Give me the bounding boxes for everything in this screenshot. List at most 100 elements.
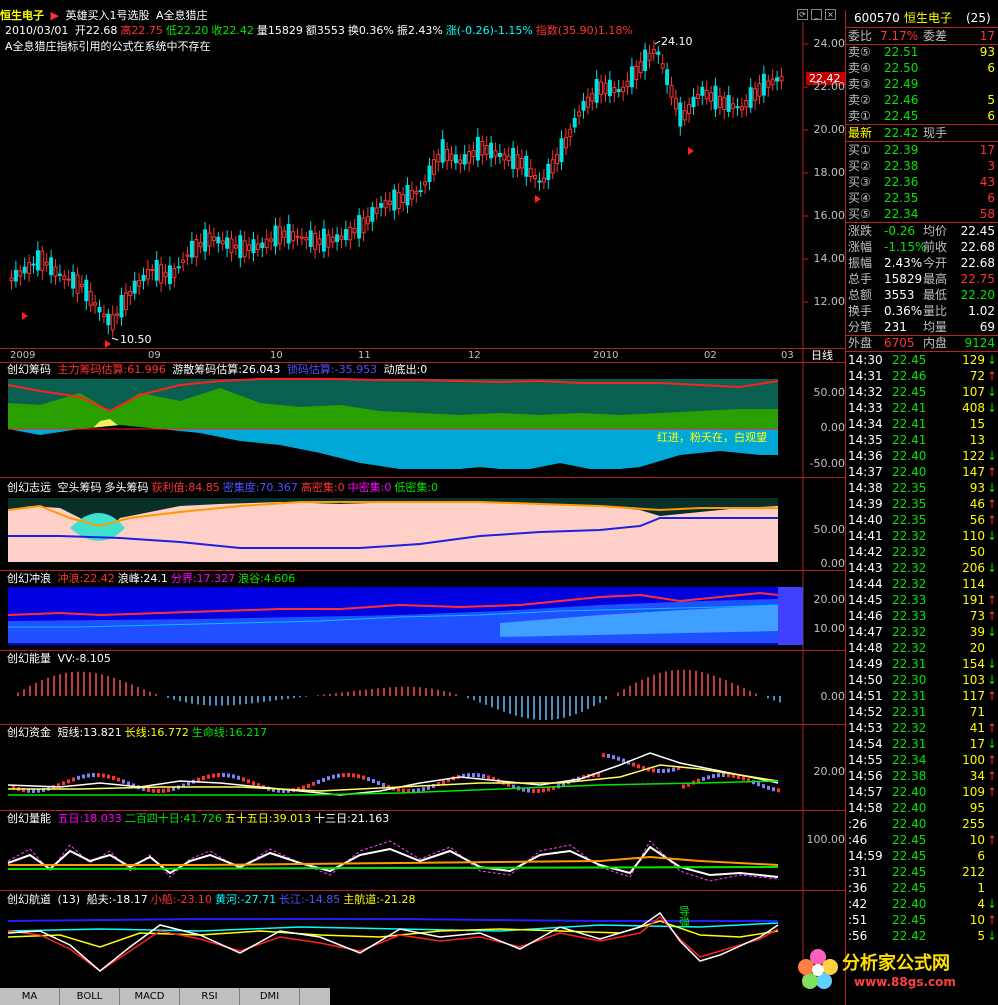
candle-body (247, 244, 252, 252)
buy-label: 买③ (848, 175, 871, 189)
sell-volume: 6 (987, 109, 995, 123)
tick-time: 14:57 (848, 785, 883, 799)
tick-direction-icon: ↓ (986, 561, 997, 575)
sell-label: 卖③ (848, 77, 871, 91)
candle-body (559, 138, 564, 163)
chonglang-title[interactable]: 创幻冲浪 (7, 572, 51, 585)
tick-volume: 50 (969, 545, 985, 559)
zijin-bar (247, 779, 250, 784)
candle-body (31, 263, 36, 266)
zijin-title[interactable]: 创幻资金 (7, 726, 51, 739)
candle-body (436, 153, 441, 163)
time-axis-label: 02 (704, 350, 717, 361)
quote-panel: 600570 恒生电子 (25) 委比 7.17% 委差 17 卖⑤ 22.51 9… (798, 10, 998, 1005)
price-axis-label: 14.00 (813, 252, 846, 265)
tick-list[interactable]: 14:30 22.45 129 ↓ 14:31 22.46 72 ↑ 14:32 22.45 107… (846, 352, 998, 952)
tab-rsi[interactable]: RSI (180, 988, 240, 1005)
buy-row: 买③ 22.36 43 (846, 174, 998, 190)
zijin-bar (657, 768, 660, 773)
candle-body (339, 235, 344, 240)
zijin-v2: 长线:16.772 (124, 726, 189, 739)
sell-price: 22.51 (884, 45, 919, 59)
tick-row: 14:42 22.32 50 (846, 544, 998, 560)
nengliang-title[interactable]: 创幻能量 (7, 652, 51, 665)
candle-body (93, 302, 98, 306)
candle-body (704, 89, 709, 100)
zijin-bar (777, 788, 780, 793)
outer-label: 外盘 (848, 336, 873, 350)
candle-body (638, 61, 643, 74)
candle-body (330, 236, 335, 243)
zhiyuan-v4: 密集度:70.367 (222, 481, 298, 494)
sell-price: 22.45 (884, 109, 919, 123)
chonglang-right-strip (778, 587, 803, 645)
tick-row: 14:37 22.40 147 ↑ (846, 464, 998, 480)
candle-body (277, 226, 282, 245)
buy-label: 买⑤ (848, 207, 871, 221)
tick-price: 22.41 (892, 417, 927, 431)
candle-body (220, 240, 225, 245)
tick-price: 22.32 (892, 529, 927, 543)
candle-body (387, 200, 392, 205)
candle-body (343, 229, 348, 241)
flower-logo-icon (798, 949, 838, 989)
zijin-bar (327, 776, 330, 781)
chouma-v2: 游散筹码估算:26.043 (172, 363, 281, 376)
candle-body (308, 230, 313, 247)
tab-ma[interactable]: MA (0, 988, 60, 1005)
signal-marker (535, 195, 541, 203)
liangneng-title[interactable]: 创幻量能 (7, 812, 51, 825)
candle-body (753, 88, 758, 101)
candle-body (211, 236, 216, 241)
zijin-bar (62, 781, 65, 786)
buy-row: 买⑤ 22.34 58 (846, 206, 998, 222)
tick-volume: 129 (962, 353, 985, 367)
hangdao-title[interactable]: 创幻航道 (7, 893, 51, 906)
tick-price: 22.40 (892, 785, 927, 799)
candle-body (53, 266, 58, 277)
stat-value: 0.36% (884, 304, 923, 318)
tick-price: 22.34 (892, 753, 927, 767)
inner-label: 内盘 (923, 336, 948, 350)
tick-row: 14:41 22.32 110 ↓ (846, 528, 998, 544)
candle-body (71, 272, 76, 289)
candle-body (352, 227, 357, 234)
nengliang-axis: 0.00 (805, 651, 846, 724)
zhiyuan-title[interactable]: 创幻志远 (7, 481, 51, 494)
candle-body (563, 136, 568, 149)
tick-price: 22.45 (892, 913, 927, 927)
tick-row: 14:36 22.40 122 ↓ (846, 448, 998, 464)
tick-row: 14:47 22.32 39 ↓ (846, 624, 998, 640)
tick-direction-icon: ↓ (986, 449, 997, 463)
tick-price: 22.31 (892, 657, 927, 671)
tick-time: 14:37 (848, 465, 883, 479)
buy-price: 22.39 (884, 143, 919, 157)
chouma-title[interactable]: 创幻筹码 (7, 363, 51, 376)
tick-row: 14:54 22.31 17 ↓ (846, 736, 998, 752)
candle-body (634, 65, 639, 80)
candle-body (440, 139, 445, 163)
tab-macd[interactable]: MACD (120, 988, 180, 1005)
candle-body (625, 80, 630, 88)
zijin-bar (742, 776, 745, 781)
tick-volume: 408 (962, 401, 985, 415)
zijin-bar (72, 777, 75, 782)
nengliang-panel[interactable] (0, 651, 803, 724)
candle-body (172, 268, 177, 279)
candle-body (568, 128, 573, 138)
chouma-panel[interactable] (0, 363, 803, 477)
zijin-bar (112, 775, 115, 780)
tick-volume: 10 (969, 913, 985, 927)
tick-direction-icon: ↑ (986, 913, 997, 927)
tab-boll[interactable]: BOLL (60, 988, 120, 1005)
candle-body (365, 216, 370, 225)
chouma-axis-label: -50.00 (809, 457, 845, 470)
stat-label: 换手 (848, 304, 873, 318)
tab-dmi[interactable]: DMI (240, 988, 300, 1005)
hangdao-mark: 导弹 (679, 905, 690, 929)
tick-direction-icon: ↓ (986, 625, 997, 639)
tick-row: 14:53 22.32 41 ↑ (846, 720, 998, 736)
zijin-bar (427, 785, 430, 790)
period-label[interactable]: 日线 (811, 349, 833, 362)
candle-body (401, 194, 406, 203)
